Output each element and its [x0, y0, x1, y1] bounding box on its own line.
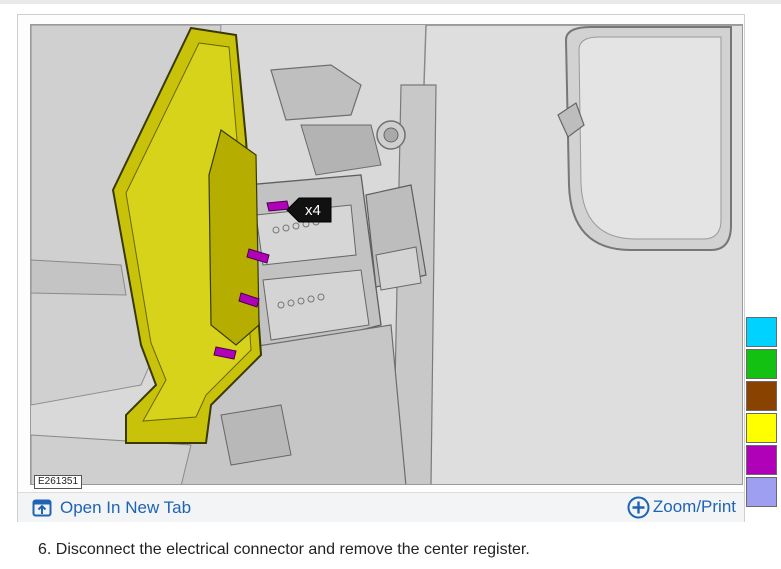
- top-divider: [0, 0, 781, 4]
- swatch-green: [746, 349, 777, 379]
- service-illustration: x4: [30, 24, 743, 485]
- figure-id-label: E261351: [34, 475, 83, 489]
- zoom-print-label: Zoom/Print: [652, 497, 736, 516]
- color-legend: [746, 317, 777, 509]
- swatch-lavender: [746, 477, 777, 507]
- swatch-brown: [746, 381, 777, 411]
- swatch-cyan: [746, 317, 777, 347]
- step-instruction: 6. Disconnect the electrical connector a…: [38, 541, 530, 558]
- swatch-yellow: [746, 413, 777, 443]
- illustration-toolbar: Open In New Tab Zoom/Print: [18, 492, 744, 522]
- callout-x4: x4: [305, 202, 321, 219]
- open-in-new-tab-label: Open In New Tab: [60, 498, 192, 517]
- open-new-tab-icon: [32, 499, 52, 517]
- open-in-new-tab-link[interactable]: Open In New Tab: [32, 497, 191, 519]
- zoom-plus-icon: [627, 496, 650, 519]
- zoom-print-link[interactable]: Zoom/Print: [627, 495, 736, 519]
- swatch-magenta: [746, 445, 777, 475]
